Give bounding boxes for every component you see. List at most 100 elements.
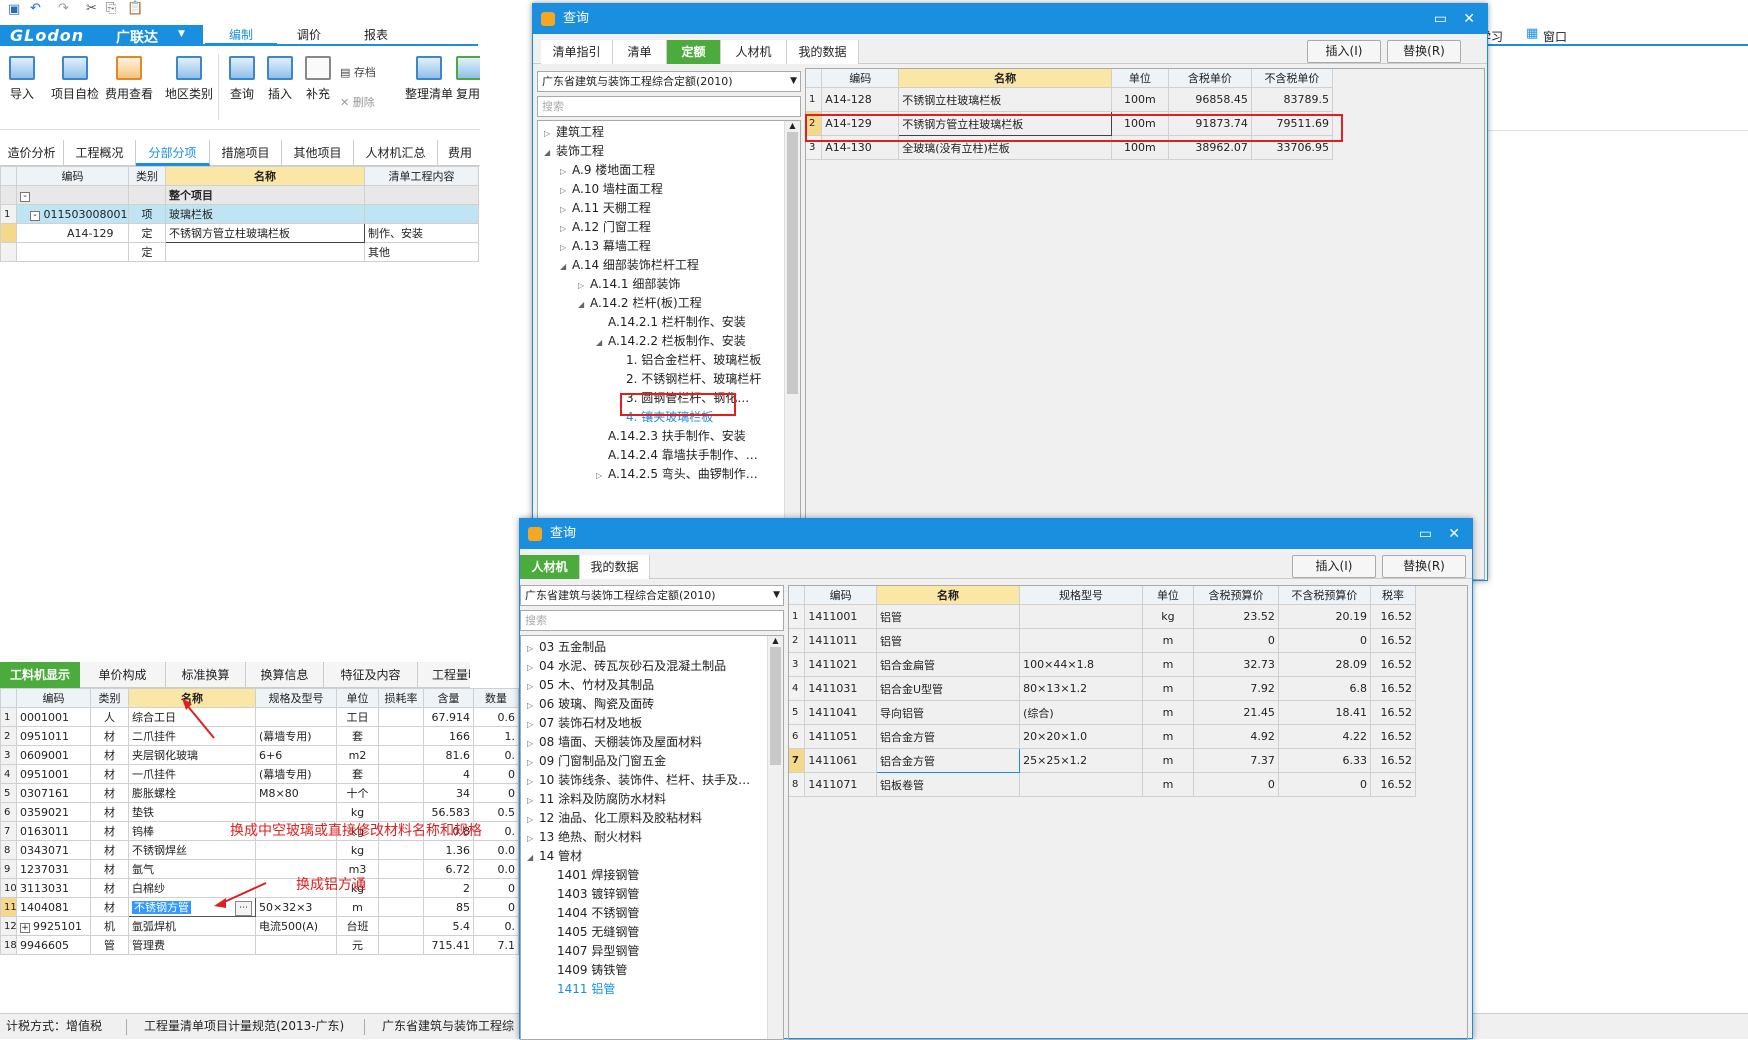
expand-arrow-icon[interactable]: ▷ — [578, 276, 590, 295]
expand-arrow-icon[interactable]: ▷ — [527, 791, 539, 810]
cell-tax-price[interactable]: 0 — [1193, 772, 1279, 797]
expand-arrow-icon[interactable]: ▷ — [527, 639, 539, 658]
expand-arrow-icon[interactable]: ▷ — [527, 734, 539, 753]
cell-tax-rate[interactable]: 16.52 — [1369, 700, 1417, 725]
header-tax-price[interactable]: 含税预算价 — [1193, 585, 1279, 605]
cell-name[interactable]: 不锈钢立柱玻璃栏板 — [898, 87, 1113, 112]
expand-arrow-icon[interactable]: ▷ — [527, 715, 539, 734]
tree-item[interactable]: 1405 无缝钢管 — [545, 923, 639, 942]
expand-arrow-icon[interactable]: ▷ — [560, 219, 572, 238]
insert-button[interactable]: 插入(I) — [1292, 555, 1376, 578]
tree-item[interactable]: 1404 不锈钢管 — [545, 904, 639, 923]
tab-quota[interactable]: 定额 — [667, 40, 721, 64]
cell-code[interactable]: 1411001 — [804, 604, 877, 629]
close-icon[interactable]: ✕ — [1463, 4, 1475, 34]
cell-code[interactable]: 1411041 — [804, 700, 877, 725]
cell-notax-price[interactable]: 83789.5 — [1250, 87, 1334, 112]
table-row[interactable]: 5 1411041 导向铝管 (综合) m 21.45 18.41 16.52 — [787, 700, 1417, 725]
scroll-thumb[interactable] — [770, 647, 781, 765]
cell-notax-price[interactable]: 18.41 — [1277, 700, 1371, 725]
cell-name[interactable]: 铝合金U型管 — [875, 676, 1021, 701]
table-row[interactable]: 2 1411011 铝管 m 0 0 16.52 — [787, 628, 1417, 653]
cell-code[interactable]: 1411021 — [804, 652, 877, 677]
cell-tax-rate[interactable]: 16.52 — [1369, 652, 1417, 677]
tree-item[interactable]: ▷ 10 装饰线条、装饰件、栏杆、扶手及… — [527, 771, 750, 790]
expand-arrow-icon[interactable]: ▷ — [527, 658, 539, 677]
tab-labor-material[interactable]: 人材机 — [520, 555, 580, 579]
tree-item[interactable]: ▷ 12 油品、化工原料及胶粘材料 — [527, 809, 702, 828]
close-icon[interactable]: ✕ — [1448, 519, 1460, 549]
header-code[interactable]: 编码 — [821, 68, 900, 88]
tree-item[interactable]: A.14.2.4 靠墙扶手制作、… — [596, 446, 758, 465]
table-row[interactable]: 8 1411071 铝板卷管 m 0 0 16.52 — [787, 772, 1417, 797]
collapse-arrow-icon[interactable]: ◢ — [560, 257, 572, 276]
header-spec[interactable]: 规格型号 — [1019, 585, 1143, 605]
chevron-down-icon[interactable]: ▼ — [773, 586, 780, 605]
cell-unit[interactable]: m — [1141, 772, 1195, 797]
cell-notax-price[interactable]: 6.8 — [1277, 676, 1371, 701]
tree-item[interactable]: 1409 铸铁管 — [545, 961, 627, 980]
cell-tax-price[interactable]: 4.92 — [1193, 724, 1279, 749]
tab-my-data[interactable]: 我的数据 — [787, 40, 859, 64]
cell-spec[interactable]: 25×25×1.2 — [1019, 748, 1143, 773]
cell-spec[interactable] — [1019, 772, 1143, 797]
tab-labor-material[interactable]: 人材机 — [721, 40, 787, 64]
cell-tax-price[interactable]: 21.45 — [1193, 700, 1279, 725]
quota-library-select[interactable]: 广东省建筑与装饰工程综合定额(2010) ▼ — [537, 71, 801, 92]
cell-code[interactable]: 1411031 — [804, 676, 877, 701]
cell-tax-rate[interactable]: 16.52 — [1369, 748, 1417, 773]
expand-arrow-icon[interactable]: ▷ — [544, 124, 556, 143]
tree-item[interactable]: ▷ A.10 墙柱面工程 — [560, 180, 663, 199]
cell-tax-price[interactable]: 23.52 — [1193, 604, 1279, 629]
cell-code[interactable]: 1411071 — [804, 772, 877, 797]
header-unit[interactable]: 单位 — [1111, 68, 1169, 88]
tab-my-data[interactable]: 我的数据 — [580, 555, 650, 579]
table-row[interactable]: 3 1411021 铝合金扁管 100×44×1.8 m 32.73 28.09 16.52 — [787, 652, 1417, 677]
cell-unit[interactable]: m — [1141, 676, 1195, 701]
tree-item[interactable]: ▷ 09 门窗制品及门窗五金 — [527, 752, 666, 771]
tree-item[interactable]: 2. 不锈钢栏杆、玻璃栏杆 — [614, 370, 761, 389]
table-row[interactable]: 7 1411061 铝合金方管 25×25×1.2 m 7.37 6.33 16.52 — [787, 748, 1417, 773]
tree-scrollbar[interactable]: ▲ — [784, 121, 800, 579]
header-notax-price[interactable]: 不含税预算价 — [1277, 585, 1371, 605]
cell-tax-rate[interactable]: 16.52 — [1369, 724, 1417, 749]
replace-button[interactable]: 替换(R) — [1387, 40, 1461, 63]
tree-item[interactable]: 1. 铝合金栏杆、玻璃栏板 — [614, 351, 761, 370]
cell-notax-price[interactable]: 0 — [1277, 628, 1371, 653]
cell-code[interactable]: 1411061 — [804, 748, 877, 773]
tab-list[interactable]: 清单 — [613, 40, 667, 64]
tree-item[interactable]: ▷ A.11 天棚工程 — [560, 199, 651, 218]
dialog-title-bar[interactable]: 查询 ▭ ✕ — [520, 519, 1472, 549]
collapse-arrow-icon[interactable]: ◢ — [527, 848, 539, 867]
maximize-icon[interactable]: ▭ — [1419, 519, 1432, 549]
cell-tax-rate[interactable]: 16.52 — [1369, 772, 1417, 797]
cell-spec[interactable] — [1019, 628, 1143, 653]
tree-item[interactable]: 1407 异型钢管 — [545, 942, 639, 961]
tree-item[interactable]: ◢ A.14 细部装饰栏杆工程 — [560, 256, 699, 275]
maximize-icon[interactable]: ▭ — [1434, 4, 1447, 34]
cell-tax-rate[interactable]: 16.52 — [1369, 604, 1417, 629]
search-input[interactable]: 搜索 — [520, 610, 784, 631]
cell-unit[interactable]: m — [1141, 628, 1195, 653]
tree-item[interactable]: ◢ 装饰工程 — [544, 142, 604, 161]
tree-item[interactable]: ▷ 03 五金制品 — [527, 638, 606, 657]
cell-tax-price[interactable]: 7.37 — [1193, 748, 1279, 773]
cell-unit[interactable]: m — [1141, 748, 1195, 773]
tree-item[interactable]: ◢ 14 管材 — [527, 847, 582, 866]
cell-name[interactable]: 铝板卷管 — [875, 772, 1021, 797]
tree-item[interactable]: ▷ 05 木、竹材及其制品 — [527, 676, 654, 695]
tree-item[interactable]: ▷ A.14.2.5 弯头、曲锣制作… — [596, 465, 758, 484]
tree-item[interactable]: ▷ 06 玻璃、陶瓷及面砖 — [527, 695, 654, 714]
collapse-arrow-icon[interactable]: ◢ — [544, 143, 556, 162]
tree-item[interactable]: ▷ 13 绝热、耐火材料 — [527, 828, 642, 847]
cell-spec[interactable]: (综合) — [1019, 700, 1143, 725]
cell-spec[interactable]: 80×13×1.2 — [1019, 676, 1143, 701]
quota-library-select[interactable]: 广东省建筑与装饰工程综合定额(2010) ▼ — [520, 585, 784, 606]
window-menu[interactable]: 窗口 — [1543, 28, 1567, 45]
search-input[interactable]: 搜索 — [537, 96, 801, 117]
table-row[interactable]: 1 A14-128 不锈钢立柱玻璃栏板 100m 96858.45 83789.5 — [804, 87, 1334, 112]
expand-arrow-icon[interactable]: ▷ — [560, 200, 572, 219]
cell-code[interactable]: 1411051 — [804, 724, 877, 749]
header-notax-price[interactable]: 不含税单价 — [1250, 68, 1334, 88]
cell-unit[interactable]: m — [1141, 700, 1195, 725]
